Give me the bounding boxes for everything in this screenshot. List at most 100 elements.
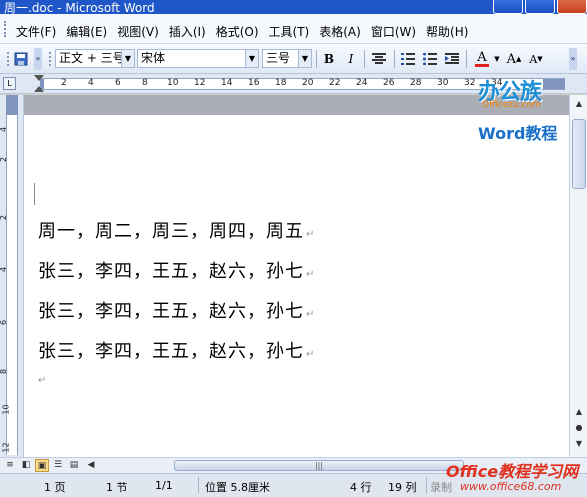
menu-format[interactable]: 格式(O): [216, 23, 259, 40]
select-browse-object-button[interactable]: ●: [572, 421, 586, 435]
web-view-button[interactable]: ◧: [19, 459, 33, 472]
indent-icon: [445, 53, 459, 64]
ruler-tick-label: 16: [248, 78, 260, 88]
ruler-tick-label: 30: [437, 78, 449, 88]
caret-up-icon: ▲: [516, 55, 522, 63]
menu-window[interactable]: 窗口(W): [371, 23, 416, 40]
vertical-scrollbar[interactable]: ▲ ▲ ● ▼: [569, 95, 587, 457]
print-view-button[interactable]: ▣: [35, 459, 49, 472]
toolbar-grip-handle-2[interactable]: [46, 50, 54, 68]
watermark-bottom: Office教程学习网 www.office68.com: [442, 456, 587, 497]
vertical-scroll-thumb[interactable]: [572, 119, 586, 189]
status-column: 19 列: [388, 481, 417, 494]
minimize-button[interactable]: [493, 0, 523, 14]
vruler-tick-label: 6: [0, 320, 8, 325]
style-combo-value: 正文 + 三号: [59, 51, 125, 65]
ruler-tick-label: 2: [61, 78, 67, 88]
increase-indent-button[interactable]: [443, 50, 461, 68]
vruler-tick-label: 12: [1, 442, 11, 453]
toolbar-options-chevron-2[interactable]: »: [569, 48, 577, 70]
ruler-tick-label: 14: [221, 78, 233, 88]
chevron-down-icon[interactable]: ▼: [245, 50, 258, 67]
ruler-tick-label: 20: [302, 78, 314, 88]
ruler-tick-label: 12: [194, 78, 206, 88]
toolbar-options-chevron[interactable]: »: [34, 48, 42, 70]
bullets-button[interactable]: [421, 50, 439, 68]
close-button[interactable]: [557, 0, 587, 14]
document-line-1[interactable]: 周一，周二，周三，周四，周五 ↵: [38, 217, 315, 243]
font-color-swatch: [475, 63, 489, 67]
grow-font-button[interactable]: A ▲: [505, 50, 523, 68]
status-line: 4 行: [350, 481, 372, 494]
line-text: 张三，李四，王五，赵六，孙七: [38, 301, 304, 322]
menu-edit[interactable]: 编辑(E): [66, 23, 107, 40]
font-size-combo-value: 三号: [266, 51, 291, 65]
style-combo[interactable]: 正文 + 三号 ▼: [55, 49, 135, 68]
center-align-button[interactable]: [370, 50, 388, 68]
line-text: 周一，周二，周三，周四，周五: [38, 221, 304, 242]
italic-button[interactable]: I: [342, 50, 360, 68]
grow-font-label: A: [506, 51, 516, 67]
line-text: 张三，李四，王五，赵六，孙七: [38, 341, 304, 362]
menu-grip-handle[interactable]: [4, 21, 7, 37]
menu-bar: 文件(F) 编辑(E) 视图(V) 插入(I) 格式(O) 工具(T) 表格(A…: [0, 14, 587, 44]
horizontal-scroll-thumb[interactable]: |||: [174, 460, 464, 471]
caret-down-icon: ▼: [537, 55, 543, 63]
status-separator: [426, 477, 427, 493]
menu-help[interactable]: 帮助(H): [426, 23, 468, 40]
save-button[interactable]: [12, 50, 30, 68]
ruler-tick-label: 32: [464, 78, 476, 88]
font-combo[interactable]: 宋体 ▼: [137, 49, 259, 68]
font-size-combo[interactable]: 三号 ▼: [262, 49, 312, 68]
font-color-button[interactable]: A: [472, 50, 492, 68]
align-center-icon: [372, 53, 386, 64]
numbering-button[interactable]: [399, 50, 417, 68]
tab-stop-selector[interactable]: L: [3, 77, 16, 90]
watermark-bottom-main: Office教程学习网: [446, 462, 579, 481]
scroll-up-button[interactable]: ▲: [572, 97, 586, 111]
document-line-4[interactable]: 张三，李四，王五，赵六，孙七 ↵: [38, 337, 315, 363]
scroll-left-button[interactable]: ◀: [84, 459, 98, 472]
menu-insert[interactable]: 插入(I): [169, 23, 206, 40]
next-page-button[interactable]: ▼: [572, 437, 586, 451]
bold-button[interactable]: B: [320, 50, 338, 68]
menu-file[interactable]: 文件(F): [16, 23, 56, 40]
ruler-tick-label: 4: [88, 78, 94, 88]
reading-view-button[interactable]: ▤: [67, 459, 81, 472]
chevron-down-icon[interactable]: ▼: [298, 50, 311, 67]
empty-paragraph-mark[interactable]: ↵: [38, 375, 46, 386]
menu-table[interactable]: 表格(A): [319, 23, 361, 40]
vertical-ruler[interactable]: 4 2 2 4 6 8 10 12: [0, 95, 24, 457]
text-margin-marker: [34, 183, 35, 205]
status-position: 位置 5.8厘米: [205, 481, 270, 494]
document-line-2[interactable]: 张三，李四，王五，赵六，孙七 ↵: [38, 257, 315, 283]
vruler-tick-label: 4: [0, 267, 8, 272]
chevron-down-icon[interactable]: ▼: [121, 50, 134, 67]
document-page[interactable]: 周一，周二，周三，周四，周五 ↵ 张三，李四，王五，赵六，孙七 ↵ 张三，李四，王五…: [24, 95, 569, 457]
outline-view-button[interactable]: ☰: [51, 459, 65, 472]
line-text: 张三，李四，王五，赵六，孙七: [38, 261, 304, 282]
toolbar-separator: [316, 50, 317, 68]
vruler-tick-label: 8: [0, 369, 8, 374]
maximize-button[interactable]: [525, 0, 555, 14]
formatting-toolbar: » 正文 + 三号 ▼ 宋体 ▼ 三号 ▼ B I A ▼ A ▲ A ▼ »: [0, 44, 587, 74]
title-bar: 周一.doc - Microsoft Word: [0, 0, 587, 14]
shrink-font-button[interactable]: A ▼: [527, 50, 545, 68]
menu-view[interactable]: 视图(V): [117, 23, 159, 40]
font-color-label: A: [477, 49, 487, 65]
vruler-tick-label: 10: [1, 404, 11, 415]
paragraph-mark: ↵: [306, 349, 316, 360]
normal-view-button[interactable]: ≡: [3, 459, 17, 472]
hanging-indent-marker[interactable]: [34, 86, 44, 92]
document-line-3[interactable]: 张三，李四，王五，赵六，孙七 ↵: [38, 297, 315, 323]
first-line-indent-marker[interactable]: [34, 75, 44, 81]
ruler-tick-label: 18: [275, 78, 287, 88]
menu-items: 文件(F) 编辑(E) 视图(V) 插入(I) 格式(O) 工具(T) 表格(A…: [16, 23, 478, 40]
bulleted-list-icon: [423, 53, 437, 65]
font-combo-value: 宋体: [141, 51, 166, 65]
font-color-dropdown[interactable]: ▼: [492, 50, 502, 68]
window-title: 周一.doc - Microsoft Word: [4, 1, 155, 14]
previous-page-button[interactable]: ▲: [572, 405, 586, 419]
vruler-tick-label: 2: [0, 215, 8, 220]
menu-tools[interactable]: 工具(T): [269, 23, 310, 40]
